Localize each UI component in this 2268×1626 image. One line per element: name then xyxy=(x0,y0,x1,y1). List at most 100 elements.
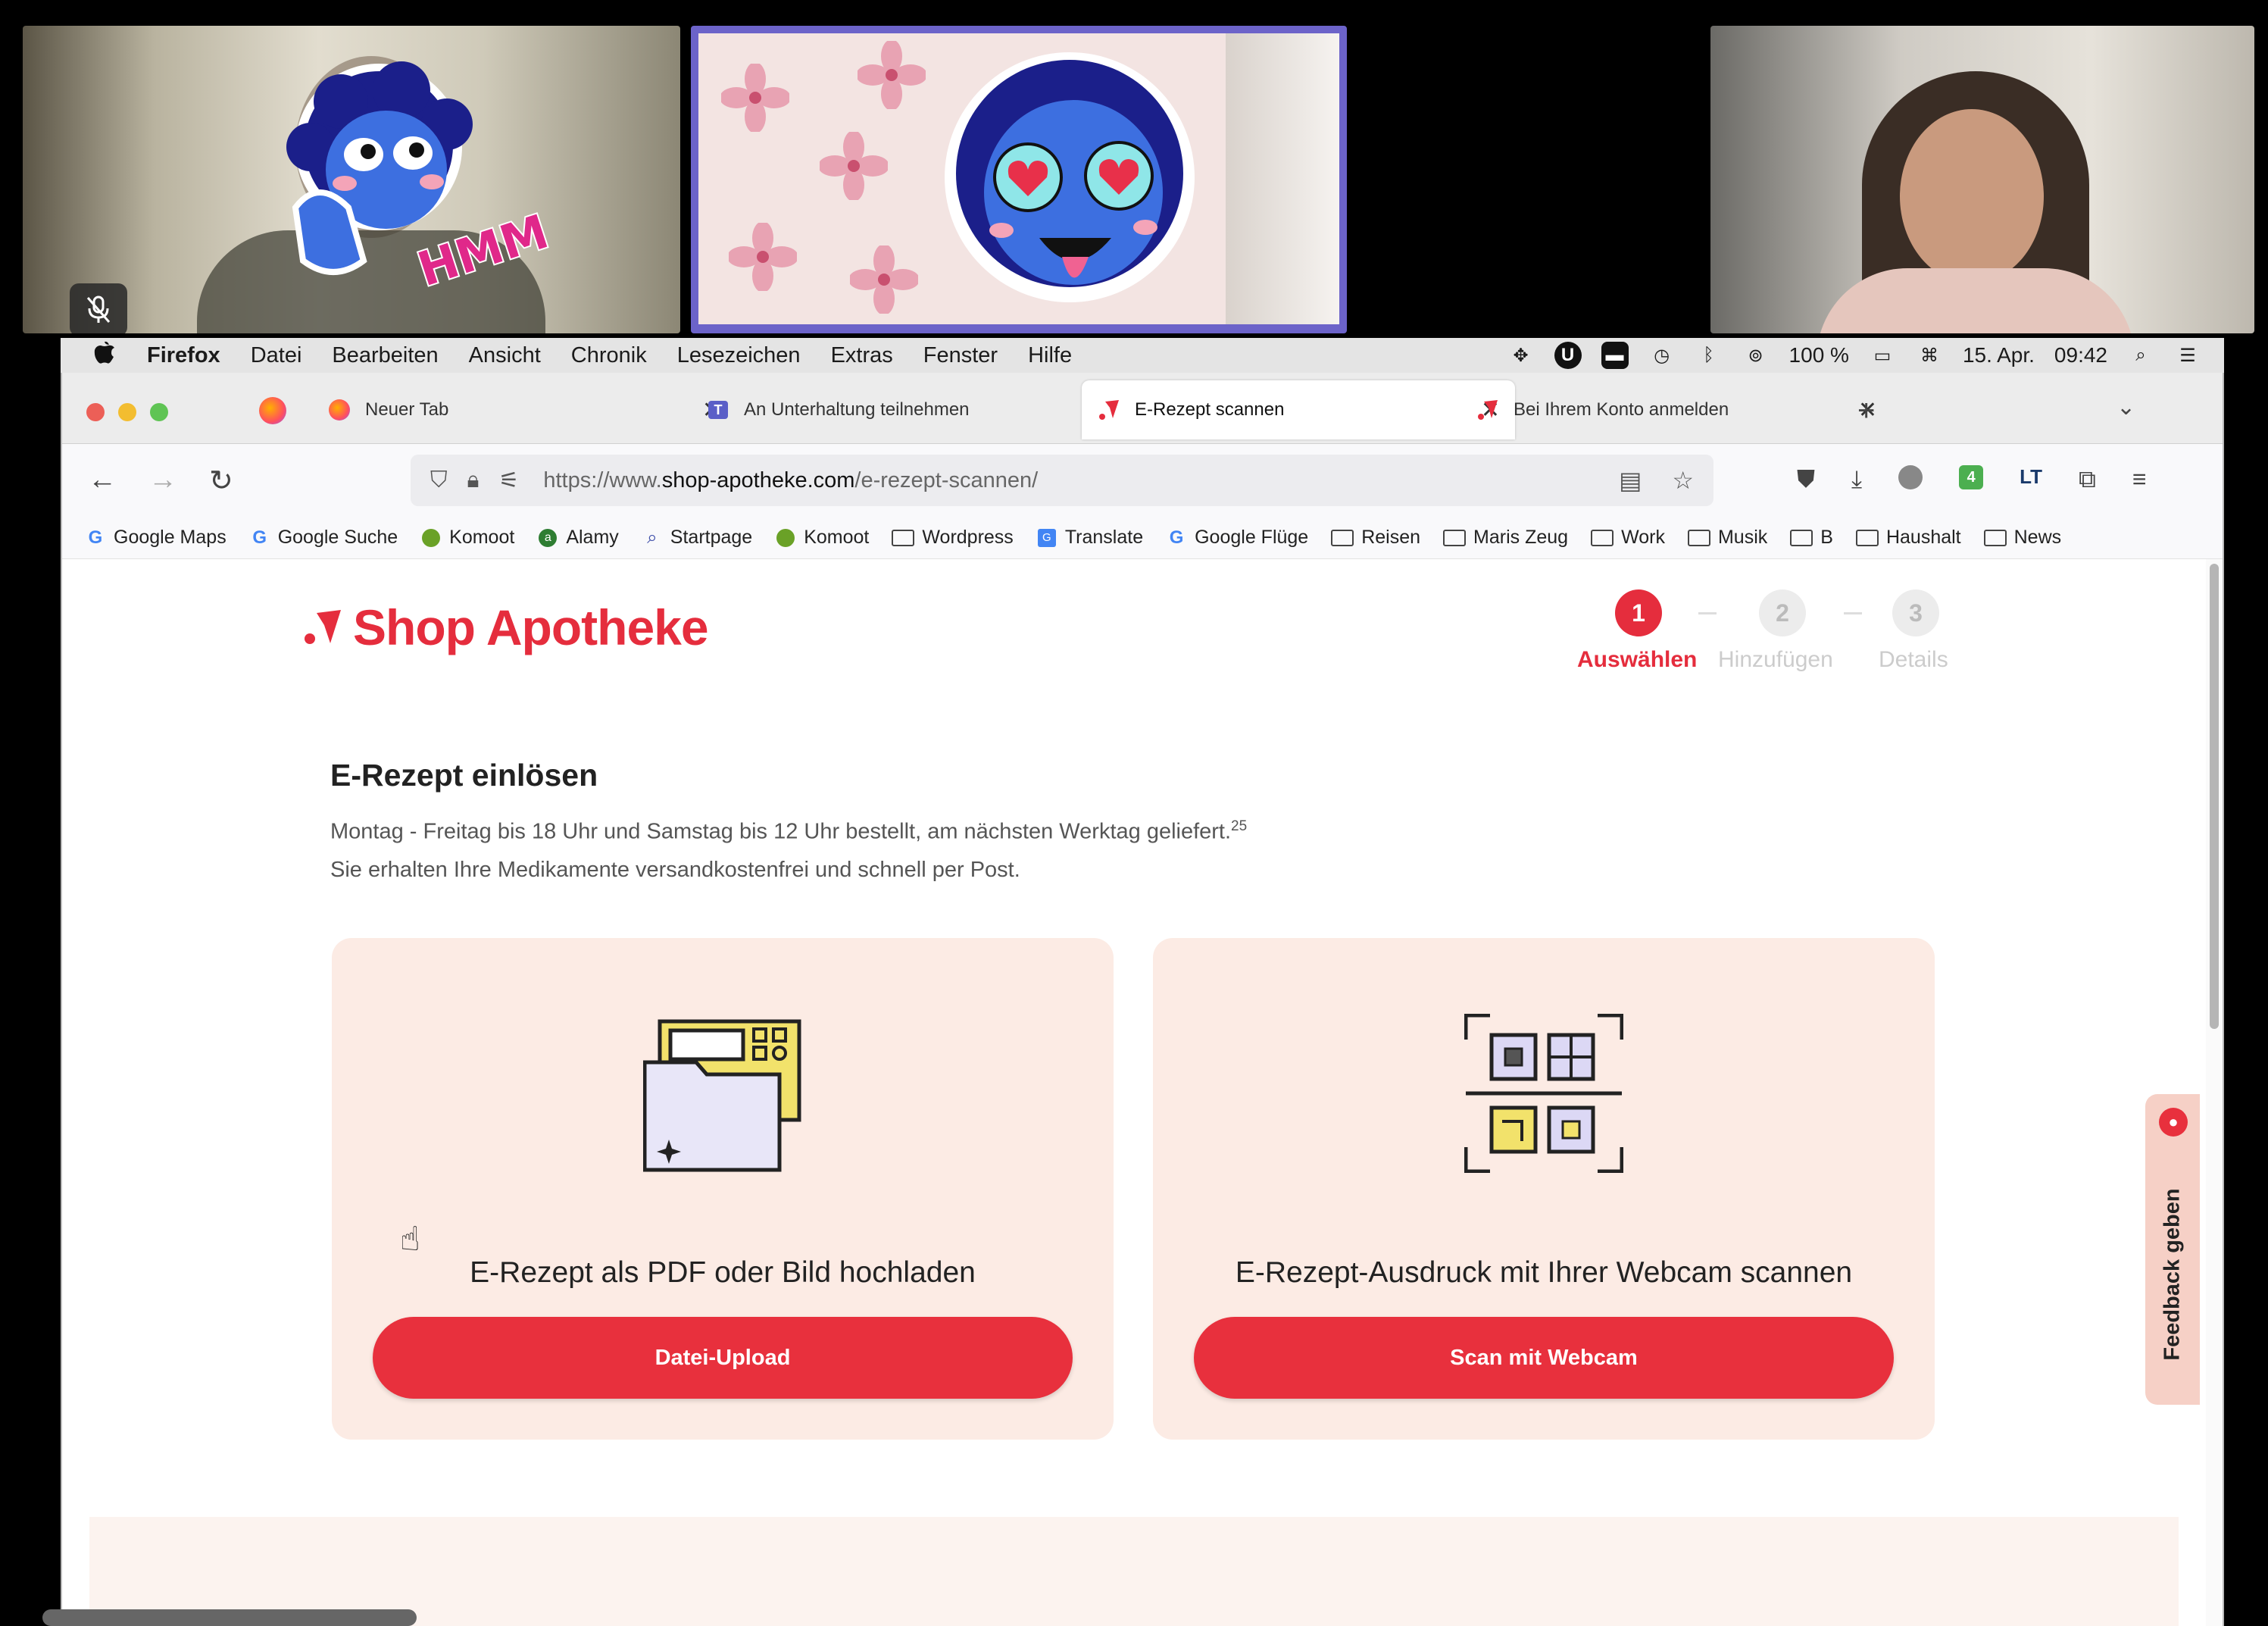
menu-datei[interactable]: Datei xyxy=(251,343,302,368)
bookmark-komoot[interactable]: Komoot xyxy=(420,527,514,549)
maximize-window-button[interactable] xyxy=(150,403,168,421)
tab-konto-anmelden[interactable]: Bei Ihrem Konto anmelden ✕ xyxy=(1460,380,1892,439)
chat-icon[interactable]: ▬ xyxy=(1601,342,1629,369)
back-arrow-icon[interactable]: ← xyxy=(88,464,117,496)
menu-chronik[interactable]: Chronik xyxy=(571,343,647,368)
scrollbar-thumb[interactable] xyxy=(2210,564,2219,1029)
extension-grey-icon[interactable] xyxy=(1898,465,1923,489)
upload-card[interactable]: E-Rezept als PDF oder Bild hochladen Dat… xyxy=(332,938,1114,1440)
bookmark-folder-news[interactable]: News xyxy=(1983,527,2061,549)
menu-app-name[interactable]: Firefox xyxy=(147,343,220,368)
menubar-time[interactable]: 09:42 xyxy=(2054,343,2107,367)
control-center-icon[interactable]: ☰ xyxy=(2174,342,2201,369)
scan-mit-webcam-button[interactable]: Scan mit Webcam xyxy=(1194,1317,1894,1399)
bookmark-google-fluege[interactable]: G Google Flüge xyxy=(1166,527,1308,549)
shield-icon[interactable]: ⛉ xyxy=(430,467,448,493)
bookmark-translate[interactable]: G Translate xyxy=(1036,527,1143,549)
folder-icon xyxy=(892,529,915,546)
bookmark-folder-work[interactable]: Work xyxy=(1591,527,1665,549)
bookmark-google-maps[interactable]: G Google Maps xyxy=(85,527,226,549)
horizontal-scrollbar[interactable] xyxy=(42,1609,417,1626)
folder-icon xyxy=(1687,529,1710,546)
tab-neuer-tab[interactable]: Neuer Tab ✕ xyxy=(312,380,736,439)
firefox-view-icon[interactable] xyxy=(259,397,286,424)
feedback-label: Feedback geben xyxy=(2160,1188,2185,1361)
menu-bearbeiten[interactable]: Bearbeiten xyxy=(332,343,438,368)
tab-teams[interactable]: T An Unterhaltung teilnehmen ✕ xyxy=(691,380,1130,439)
window-light xyxy=(1226,33,1339,324)
download-icon[interactable]: ⤓ xyxy=(1851,465,1862,494)
datei-upload-button[interactable]: Datei-Upload xyxy=(373,1317,1073,1399)
heart-eyes-sticker-icon xyxy=(945,52,1195,302)
apple-icon[interactable] xyxy=(94,340,124,371)
microphone-muted-icon[interactable] xyxy=(70,283,127,333)
hamburger-menu-icon[interactable]: ≡ xyxy=(2132,465,2147,494)
keyboard-icon[interactable]: ⌘ xyxy=(1916,342,1943,369)
pocket-icon[interactable]: ⛊ xyxy=(1797,465,1815,494)
spotlight-search-icon[interactable]: ⌕ xyxy=(2127,342,2154,369)
bookmark-google-suche[interactable]: G Google Suche xyxy=(249,527,398,549)
bookmark-folder-reisen[interactable]: Reisen xyxy=(1331,527,1420,549)
menubar-date: 15. Apr. xyxy=(1962,343,2035,367)
bookmark-folder-wordpress[interactable]: Wordpress xyxy=(892,527,1014,549)
time-machine-icon[interactable]: ◷ xyxy=(1648,342,1676,369)
bookmark-startpage[interactable]: ⌕ Startpage xyxy=(642,527,752,549)
delivery-info: Montag - Freitag bis 18 Uhr und Samstag … xyxy=(330,818,1248,844)
new-tab-plus-icon[interactable]: + xyxy=(1857,394,1875,428)
extensions-puzzle-icon[interactable]: ⧉ xyxy=(2079,465,2096,494)
bookmark-folder-haushalt[interactable]: Haushalt xyxy=(1855,527,1961,549)
bookmark-alamy[interactable]: a Alamy xyxy=(537,527,619,549)
menu-lesezeichen[interactable]: Lesezeichen xyxy=(677,343,801,368)
firefox-window: Neuer Tab ✕ T An Unterhaltung teilnehmen… xyxy=(61,373,2224,1626)
reload-icon[interactable]: ↻ xyxy=(209,464,233,498)
participant-tile-2-active[interactable] xyxy=(691,26,1347,333)
wallpaper-flower xyxy=(818,130,889,202)
wifi-icon[interactable]: ⊚ xyxy=(1742,342,1770,369)
shop-apotheke-logo[interactable]: Shop Apotheke xyxy=(303,599,709,656)
lock-icon[interactable]: 🔒︎ xyxy=(467,467,480,493)
url-text[interactable]: https://www.shop-apotheke.com/e-rezept-s… xyxy=(543,468,1038,493)
tab-label: An Unterhaltung teilnehmen xyxy=(744,399,970,420)
reader-view-icon[interactable]: ▤ xyxy=(1619,466,1642,495)
footnote-25[interactable]: 25 xyxy=(1231,818,1247,834)
address-bar[interactable]: ⛉ 🔒︎ ⚟ https://www.shop-apotheke.com/e-r… xyxy=(411,455,1713,506)
navigation-toolbar: ← → ↻ ⛉ 🔒︎ ⚟ https://www.shop-apotheke.c… xyxy=(62,444,2223,517)
extension-shield-icon[interactable]: 4 xyxy=(1959,465,1984,489)
participant-tile-1[interactable]: HMM xyxy=(23,26,680,333)
bookmark-folder-musik[interactable]: Musik xyxy=(1687,527,1767,549)
tab-e-rezept-scannen[interactable]: E-Rezept scannen ✕ xyxy=(1082,380,1515,439)
wallpaper-flower xyxy=(856,39,927,111)
forward-arrow-icon[interactable]: → xyxy=(148,464,177,496)
minimize-window-button[interactable] xyxy=(118,403,136,421)
webcam-card[interactable]: E-Rezept-Ausdruck mit Ihrer Webcam scann… xyxy=(1153,938,1935,1440)
permissions-icon[interactable]: ⚟ xyxy=(498,467,519,494)
languagetool-icon[interactable]: LT xyxy=(2020,465,2042,494)
shipping-info: Sie erhalten Ihre Medikamente versandkos… xyxy=(330,858,1020,882)
bookmark-komoot-2[interactable]: Komoot xyxy=(775,527,869,549)
video-call-strip: HMM xyxy=(0,0,2268,333)
dropbox-icon[interactable]: ✥ xyxy=(1507,342,1535,369)
folder-icon xyxy=(1331,529,1354,546)
webcam-card-title: E-Rezept-Ausdruck mit Ihrer Webcam scann… xyxy=(1235,1256,1853,1289)
step-1-circle: 1 xyxy=(1615,589,1662,636)
teams-icon: T xyxy=(706,398,730,422)
feedback-tab[interactable]: ● Feedback geben xyxy=(2145,1094,2200,1405)
vertical-scrollbar[interactable] xyxy=(2206,559,2223,1626)
battery-icon[interactable]: ▭ xyxy=(1869,342,1896,369)
participant-tile-3[interactable] xyxy=(1710,26,2254,333)
bookmark-folder-maris-zeug[interactable]: Maris Zeug xyxy=(1443,527,1568,549)
menu-extras[interactable]: Extras xyxy=(831,343,893,368)
bookmark-star-icon[interactable]: ☆ xyxy=(1672,466,1694,495)
step-3-label: Details xyxy=(1879,647,1948,672)
u-app-icon[interactable]: U xyxy=(1554,342,1582,369)
shop-apotheke-icon xyxy=(1476,398,1500,422)
bookmark-folder-b[interactable]: B xyxy=(1790,527,1833,549)
menu-hilfe[interactable]: Hilfe xyxy=(1028,343,1072,368)
menu-fenster[interactable]: Fenster xyxy=(923,343,998,368)
menu-ansicht[interactable]: Ansicht xyxy=(469,343,541,368)
bluetooth-icon[interactable]: ᛒ xyxy=(1695,342,1723,369)
komoot-icon xyxy=(775,527,796,549)
close-window-button[interactable] xyxy=(86,403,105,421)
list-all-tabs-chevron-icon[interactable]: ⌄ xyxy=(2116,394,2135,421)
tab-label: Neuer Tab xyxy=(365,399,449,420)
